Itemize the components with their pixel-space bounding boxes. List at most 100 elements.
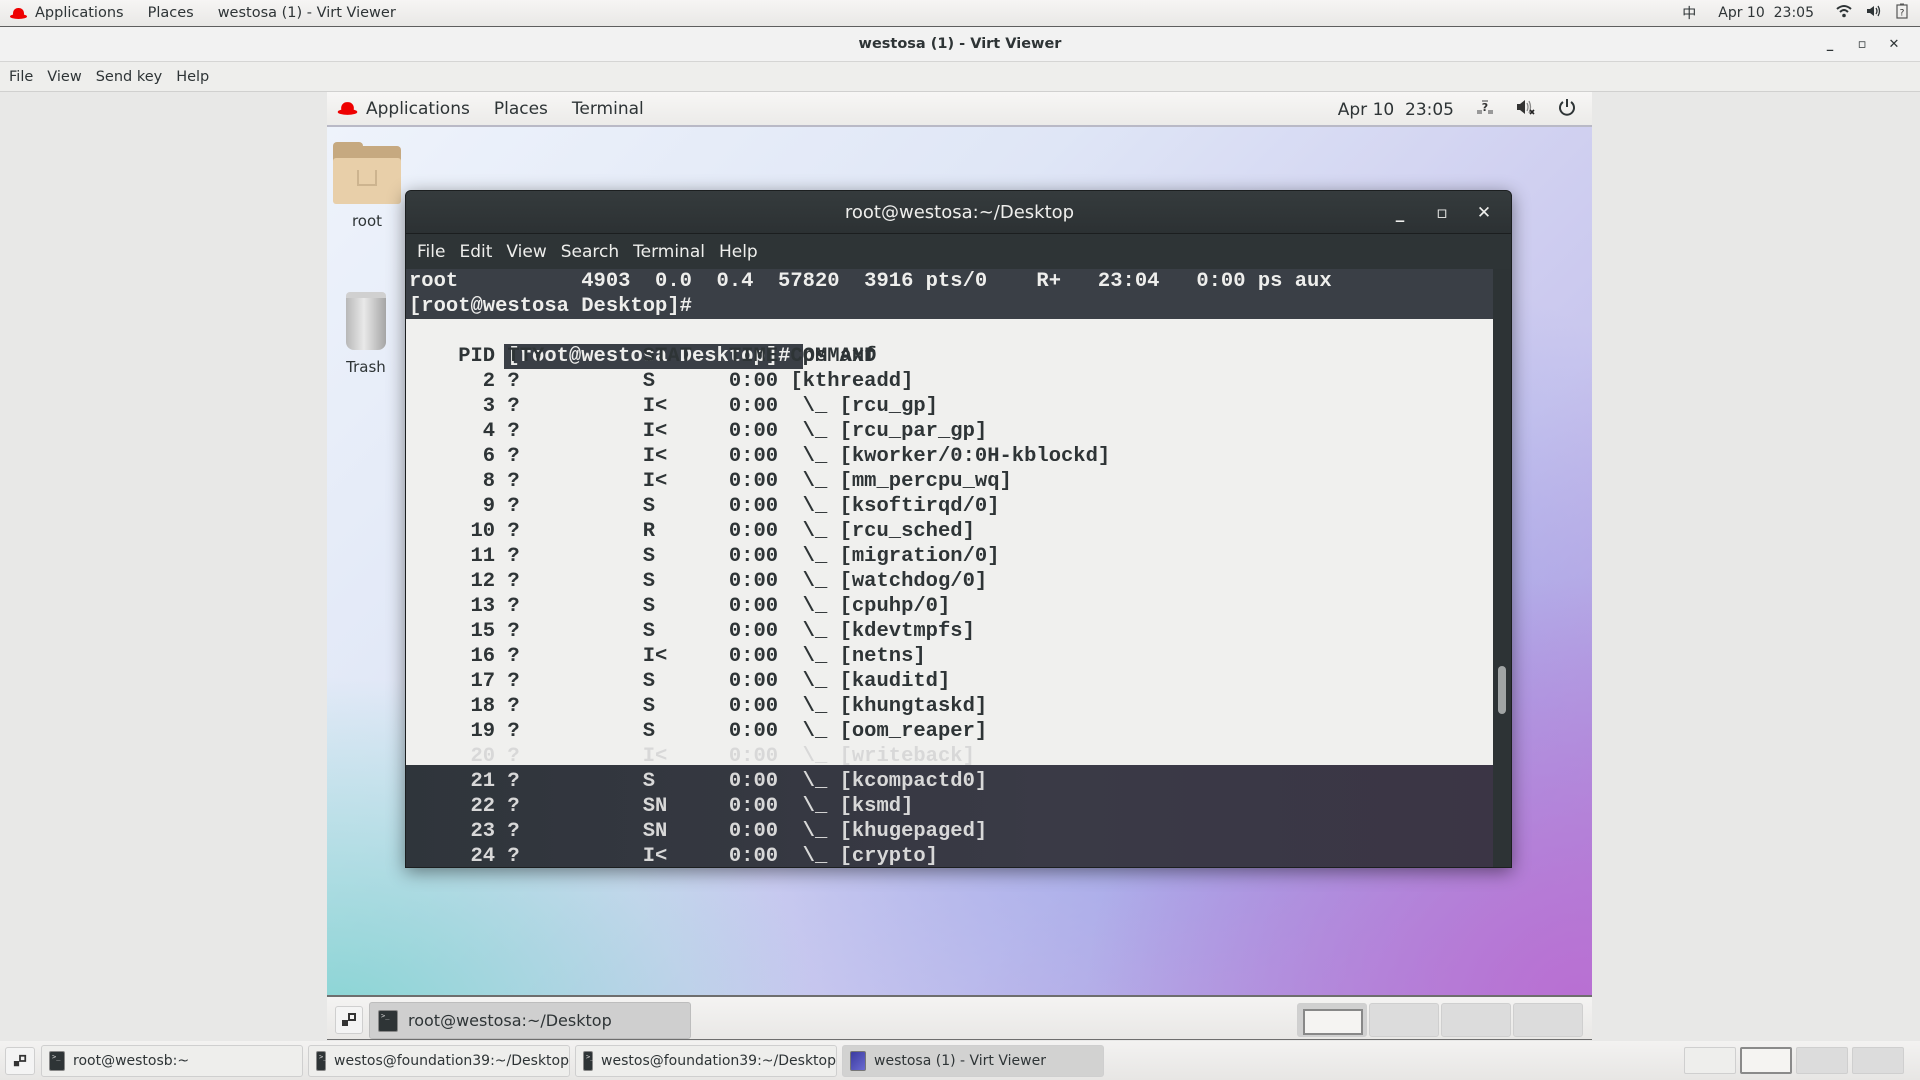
desktop-icon-trash[interactable]: Trash (327, 292, 411, 376)
home-folder-icon (333, 142, 401, 204)
process-row: 8 ? I< 0:00 \_ [mm_percpu_wq] (409, 470, 1012, 493)
host-workspace-1[interactable] (1684, 1047, 1736, 1074)
terminal-close-button[interactable]: ✕ (1463, 203, 1505, 223)
guest-places-label: Places (493, 98, 548, 119)
terminal-icon (49, 1051, 65, 1071)
terminal-maximize-button[interactable]: ▫ (1421, 203, 1463, 223)
desktop-icon-home[interactable]: root (327, 142, 412, 230)
host-task-root-westosb[interactable]: root@westosb:~ (41, 1045, 303, 1077)
desktop-icon-label: root (351, 212, 383, 230)
maximize-button[interactable]: ▫ (1846, 37, 1878, 52)
virt-viewer-menubar: File View Send key Help (0, 62, 1920, 92)
host-applications-label: Applications (35, 5, 124, 21)
guest-clock[interactable]: Apr 10 23:05 (1338, 100, 1454, 120)
menu-file[interactable]: File (9, 69, 33, 85)
network-unknown-icon[interactable]: ? (1476, 99, 1494, 120)
host-workspace-4[interactable] (1852, 1047, 1904, 1074)
host-task-label: root@westosb:~ (73, 1053, 190, 1069)
terminal-output[interactable]: root 4903 0.0 0.4 57820 3916 pts/0 R+ 23… (406, 269, 1493, 868)
guest-terminal-label: Terminal (571, 98, 644, 119)
guest-applications-label: Applications (366, 98, 470, 119)
guest-places-menu[interactable]: Places (494, 99, 548, 119)
process-row: 19 ? S 0:00 \_ [oom_reaper] (409, 720, 988, 743)
input-method-indicator[interactable]: 中 (1682, 3, 1696, 23)
trash-icon (346, 292, 386, 350)
process-row: 3 ? I< 0:00 \_ [rcu_gp] (409, 395, 938, 418)
host-top-bar: Applications Places westosa (1) - Virt V… (0, 0, 1920, 27)
close-button[interactable]: ✕ (1878, 37, 1910, 52)
host-taskbar: root@westosb:~ westos@foundation39:~/Des… (0, 1041, 1920, 1080)
process-row: 10 ? R 0:00 \_ [rcu_sched] (409, 520, 975, 543)
terminal-titlebar[interactable]: root@westosa:~/Desktop _ ▫ ✕ (406, 191, 1511, 234)
host-show-desktop-button[interactable] (5, 1047, 35, 1075)
terminal-menu-file[interactable]: File (417, 242, 445, 262)
host-task-foundation39-1[interactable]: westos@foundation39:~/Desktop (308, 1045, 570, 1077)
process-row: 24 ? I< 0:00 \_ [crypto] (409, 845, 939, 868)
guest-display[interactable]: Applications Places Terminal Apr 10 23:0… (327, 92, 1592, 995)
virt-viewer-icon (850, 1051, 866, 1071)
terminal-menu-view[interactable]: View (506, 242, 546, 262)
guest-top-panel: Applications Places Terminal Apr 10 23:0… (327, 92, 1592, 127)
volume-icon[interactable] (1866, 4, 1882, 22)
terminal-menu-terminal[interactable]: Terminal (633, 242, 705, 262)
guest-workspace-4[interactable] (1513, 1003, 1583, 1037)
host-task-label: westos@foundation39:~/Desktop (334, 1053, 569, 1069)
terminal-line: [root@westosa Desktop]# (406, 294, 1493, 319)
guest-task-terminal[interactable]: root@westosa:~/Desktop (369, 1002, 691, 1039)
guest-workspace-3[interactable] (1441, 1003, 1511, 1037)
terminal-menu-edit[interactable]: Edit (459, 242, 492, 262)
show-desktop-button[interactable] (335, 1006, 363, 1034)
scrollbar-thumb[interactable] (1498, 666, 1506, 714)
terminal-minimize-button[interactable]: _ (1379, 203, 1421, 223)
host-task-virt-viewer[interactable]: westosa (1) - Virt Viewer (842, 1045, 1104, 1077)
guest-workspace-2[interactable] (1369, 1003, 1439, 1037)
terminal-icon (316, 1051, 327, 1071)
terminal-line: root 4903 0.0 0.4 57820 3916 pts/0 R+ 23… (406, 269, 1493, 294)
terminal-scrollbar[interactable] (1493, 269, 1511, 867)
host-active-window-label: westosa (1) - Virt Viewer (217, 5, 396, 21)
show-desktop-icon (13, 1054, 27, 1067)
menu-view[interactable]: View (47, 69, 81, 85)
process-row: 23 ? SN 0:00 \_ [khugepaged] (409, 820, 988, 843)
host-active-window-menu[interactable]: westosa (1) - Virt Viewer (218, 5, 396, 21)
host-places-menu[interactable]: Places (148, 5, 194, 21)
process-row: 17 ? S 0:00 \_ [kauditd] (409, 670, 951, 693)
show-desktop-icon (342, 1013, 356, 1026)
host-applications-menu[interactable]: Applications (10, 5, 124, 21)
menu-help[interactable]: Help (176, 69, 209, 85)
terminal-menu-search[interactable]: Search (561, 242, 619, 262)
terminal-window[interactable]: root@westosa:~/Desktop _ ▫ ✕ File Edit V… (405, 190, 1512, 868)
volume-muted-icon[interactable] (1516, 99, 1536, 120)
terminal-icon (378, 1009, 398, 1032)
guest-workspace-1[interactable] (1297, 1003, 1367, 1037)
minimize-button[interactable]: _ (1814, 37, 1846, 52)
host-workspace-2[interactable] (1740, 1047, 1792, 1074)
process-row: 11 ? S 0:00 \_ [migration/0] (409, 545, 1000, 568)
battery-unknown-icon[interactable]: ? (1896, 3, 1908, 23)
process-row: 6 ? I< 0:00 \_ [kworker/0:0H-kblockd] (409, 445, 1111, 468)
guest-bottom-panel: root@westosa:~/Desktop (327, 995, 1592, 1040)
process-row: 2 ? S 0:00 [kthreadd] (409, 370, 914, 393)
power-icon[interactable] (1558, 98, 1576, 121)
guest-applications-menu[interactable]: Applications (337, 98, 470, 119)
host-clock[interactable]: Apr 10 23:05 (1718, 5, 1814, 21)
host-workspace-3[interactable] (1796, 1047, 1848, 1074)
process-row: 20 ? I< 0:00 \_ [writeback] (409, 745, 975, 768)
guest-terminal-menu[interactable]: Terminal (572, 99, 644, 119)
process-row: 16 ? I< 0:00 \_ [netns] (409, 645, 926, 668)
terminal-menu-help[interactable]: Help (719, 242, 758, 262)
wifi-icon[interactable] (1836, 4, 1852, 22)
process-row: 4 ? I< 0:00 \_ [rcu_par_gp] (409, 420, 988, 443)
command-line: [root@westosa Desktop]# ps axf (406, 319, 1493, 369)
host-task-label: westos@foundation39:~/Desktop (601, 1053, 836, 1069)
svg-text:?: ? (1900, 9, 1905, 19)
process-row: 18 ? S 0:00 \_ [khungtaskd] (409, 695, 988, 718)
host-task-label: westosa (1) - Virt Viewer (874, 1053, 1046, 1069)
menu-send-key[interactable]: Send key (96, 69, 163, 85)
host-places-label: Places (147, 5, 194, 21)
process-row: 22 ? SN 0:00 \_ [ksmd] (409, 795, 914, 818)
host-task-foundation39-2[interactable]: westos@foundation39:~/Desktop (575, 1045, 837, 1077)
ps-header: PID TTY STAT TIME COMMAND (409, 345, 877, 368)
process-row: 21 ? S 0:00 \_ [kcompactd0] (409, 770, 988, 793)
process-row: 12 ? S 0:00 \_ [watchdog/0] (409, 570, 988, 593)
